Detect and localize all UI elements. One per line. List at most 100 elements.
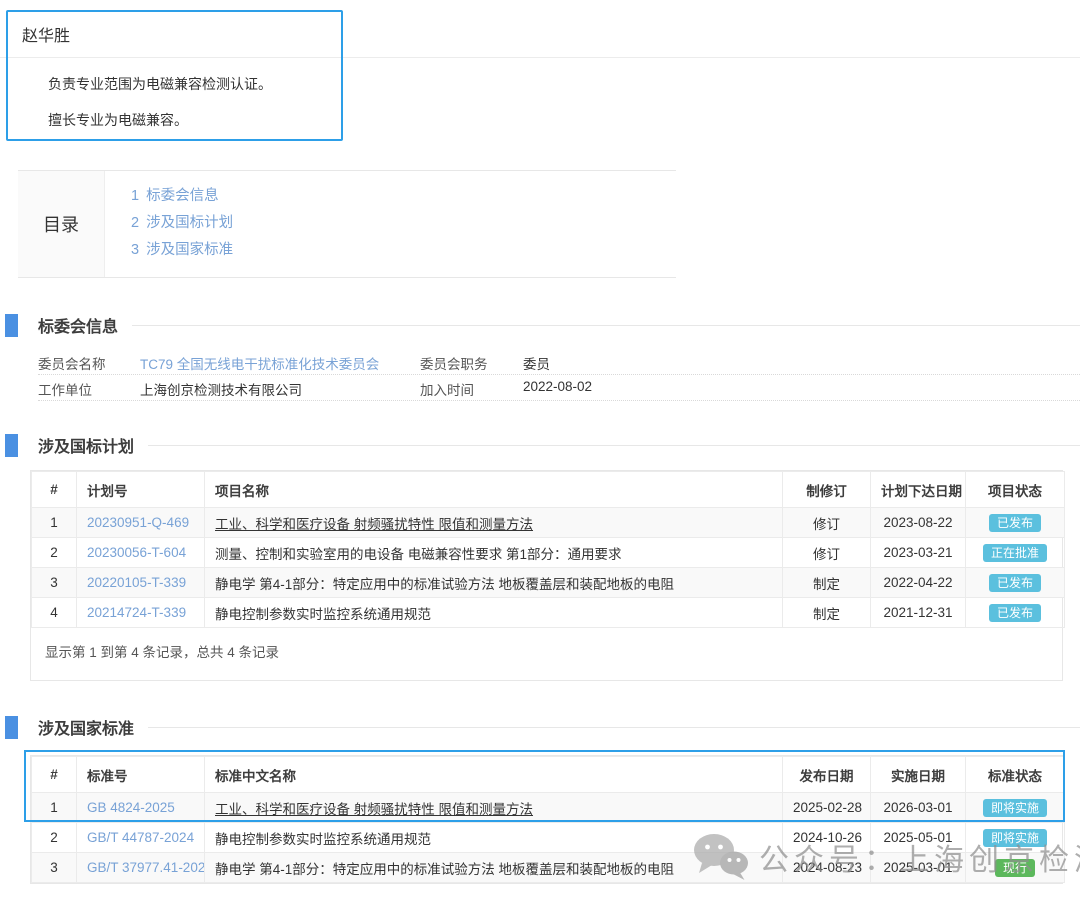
section-title: 标委会信息 <box>38 313 118 337</box>
row-link[interactable]: 20230056-T-604 <box>87 545 186 560</box>
field-label: 工作单位 <box>38 379 92 399</box>
table-cell: 2024-10-26 <box>783 823 871 853</box>
column-header: 计划下达日期 <box>871 472 966 508</box>
table-cell: GB/T 37977.41-2024 <box>77 853 205 883</box>
table-cell: 2024-08-23 <box>783 853 871 883</box>
table-cell: 正在批准 <box>966 538 1065 568</box>
profile-description-line: 负责专业范围为电磁兼容检测认证。 <box>48 74 272 94</box>
section-rule <box>148 445 1080 446</box>
section-rule <box>132 325 1080 326</box>
table-header-row: # 计划号 项目名称 制修订 计划下达日期 项目状态 <box>32 472 1065 508</box>
row-link[interactable]: GB/T 44787-2024 <box>87 830 194 845</box>
field-value: 2022-08-02 <box>523 379 592 394</box>
toc-links: 1标委会信息 2涉及国标计划 3涉及国家标准 <box>105 171 233 277</box>
table-cell: 20230951-Q-469 <box>77 508 205 538</box>
table-cell: 2023-08-22 <box>871 508 966 538</box>
table-cell: 工业、科学和医疗设备 射频骚扰特性 限值和测量方法 <box>205 793 783 823</box>
table-cell: 制定 <box>783 598 871 628</box>
committee-name-link[interactable]: TC79 全国无线电干扰标准化技术委员会 <box>140 357 379 372</box>
table-cell: 工业、科学和医疗设备 射频骚扰特性 限值和测量方法 <box>205 508 783 538</box>
table-cell: 静电控制参数实时监控系统通用规范 <box>205 823 783 853</box>
profile-name: 赵华胜 <box>22 22 70 46</box>
table-cell: 20214724-T-339 <box>77 598 205 628</box>
toc-link-committee-info[interactable]: 1标委会信息 <box>131 183 233 210</box>
table-row: 1GB 4824-2025工业、科学和医疗设备 射频骚扰特性 限值和测量方法20… <box>32 793 1065 823</box>
field-value: 委员 <box>523 353 550 373</box>
table-cell: 20230056-T-604 <box>77 538 205 568</box>
section-marker-icon <box>5 716 18 739</box>
status-badge: 已发布 <box>989 574 1041 592</box>
section-title: 涉及国家标准 <box>38 715 134 739</box>
field-label: 加入时间 <box>420 379 474 399</box>
column-header: 项目状态 <box>966 472 1065 508</box>
status-badge: 即将实施 <box>983 799 1047 817</box>
table-row: 1 20230951-Q-469 工业、科学和医疗设备 射频骚扰特性 限值和测量方法… <box>32 508 1065 538</box>
column-header: 制修订 <box>783 472 871 508</box>
table-header-row: # 标准号 标准中文名称 发布日期 实施日期 标准状态 <box>32 757 1065 793</box>
table-cell: 修订 <box>783 538 871 568</box>
table-cell: 静电学 第4-1部分：特定应用中的标准试验方法 地板覆盖层和装配地板的电阻 <box>205 853 783 883</box>
section-title: 涉及国标计划 <box>38 433 134 457</box>
table-cell: 3 <box>32 853 77 883</box>
pagination-status: 显示第 1 到第 4 条记录，总共 4 条记录 <box>31 628 1062 680</box>
committee-field-row: 工作单位 上海创京检测技术有限公司 加入时间 2022-08-02 <box>38 375 1080 401</box>
committee-field-row: 委员会名称 TC79 全国无线电干扰标准化技术委员会 委员会职务 委员 <box>38 349 1080 375</box>
status-badge: 已发布 <box>989 604 1041 622</box>
table-cell: 已发布 <box>966 508 1065 538</box>
table-cell: 2025-05-01 <box>871 823 966 853</box>
table-cell: 修订 <box>783 508 871 538</box>
toc-link-national-standards[interactable]: 3涉及国家标准 <box>131 237 233 264</box>
section-header-national-standards: 涉及国家标准 <box>5 715 1080 739</box>
section-marker-icon <box>5 434 18 457</box>
table-of-contents: 目录 1标委会信息 2涉及国标计划 3涉及国家标准 <box>18 170 676 278</box>
row-link[interactable]: GB 4824-2025 <box>87 800 175 815</box>
row-link[interactable]: GB/T 37977.41-2024 <box>87 860 205 875</box>
section-rule <box>148 727 1080 728</box>
column-header: 标准号 <box>77 757 205 793</box>
table-cell: 已发布 <box>966 598 1065 628</box>
table-cell: 现行 <box>966 853 1065 883</box>
table-cell: 2025-03-01 <box>871 853 966 883</box>
field-label: 委员会职务 <box>420 353 488 373</box>
table-cell: 制定 <box>783 568 871 598</box>
table-cell: 即将实施 <box>966 793 1065 823</box>
column-header: # <box>32 472 77 508</box>
table-row: 220230056-T-604测量、控制和实验室用的电设备 电磁兼容性要求 第1… <box>32 538 1065 568</box>
table-cell: 静电控制参数实时监控系统通用规范 <box>205 598 783 628</box>
table-cell: 20220105-T-339 <box>77 568 205 598</box>
table-row: 3 20220105-T-339 静电学 第4-1部分：特定应用中的标准试验方法 地… <box>32 568 1065 598</box>
table-cell: 静电学 第4-1部分：特定应用中的标准试验方法 地板覆盖层和装配地板的电阻 <box>205 568 783 598</box>
toc-link-gb-plans[interactable]: 2涉及国标计划 <box>131 210 233 237</box>
column-header: 标准状态 <box>966 757 1065 793</box>
table-cell: GB/T 44787-2024 <box>77 823 205 853</box>
column-header: 实施日期 <box>871 757 966 793</box>
table-cell: 2025-02-28 <box>783 793 871 823</box>
table-cell: 2023-03-21 <box>871 538 966 568</box>
national-standards-table: # 标准号 标准中文名称 发布日期 实施日期 标准状态 1 GB 4824-202… <box>30 755 1063 884</box>
field-label: 委员会名称 <box>38 353 106 373</box>
table-cell: GB 4824-2025 <box>77 793 205 823</box>
table-cell: 已发布 <box>966 568 1065 598</box>
table-row: 2 GB/T 44787-2024 静电控制参数实时监控系统通用规范2024-10-… <box>32 823 1065 853</box>
table-cell: 1 <box>32 508 77 538</box>
gb-plans-table: # 计划号 项目名称 制修订 计划下达日期 项目状态 1 20230951-Q-4… <box>30 470 1063 681</box>
table-cell: 3 <box>32 568 77 598</box>
row-link[interactable]: 20220105-T-339 <box>87 575 186 590</box>
table-cell: 1 <box>32 793 77 823</box>
column-header: 项目名称 <box>205 472 783 508</box>
status-badge: 正在批准 <box>983 544 1047 562</box>
committee-fields: 委员会名称 TC79 全国无线电干扰标准化技术委员会 委员会职务 委员 工作单位… <box>38 349 1080 401</box>
section-header-gb-plans: 涉及国标计划 <box>5 433 1080 457</box>
row-link[interactable]: 20230951-Q-469 <box>87 515 189 530</box>
toc-label: 目录 <box>18 171 105 277</box>
table-cell: 2026-03-01 <box>871 793 966 823</box>
table-cell: 2 <box>32 538 77 568</box>
status-badge: 现行 <box>995 859 1035 877</box>
row-link[interactable]: 20214724-T-339 <box>87 605 186 620</box>
table-cell: 2022-04-22 <box>871 568 966 598</box>
table-cell: 2 <box>32 823 77 853</box>
column-header: 计划号 <box>77 472 205 508</box>
table-cell: 2021-12-31 <box>871 598 966 628</box>
column-header: 标准中文名称 <box>205 757 783 793</box>
field-value: 上海创京检测技术有限公司 <box>140 379 302 399</box>
